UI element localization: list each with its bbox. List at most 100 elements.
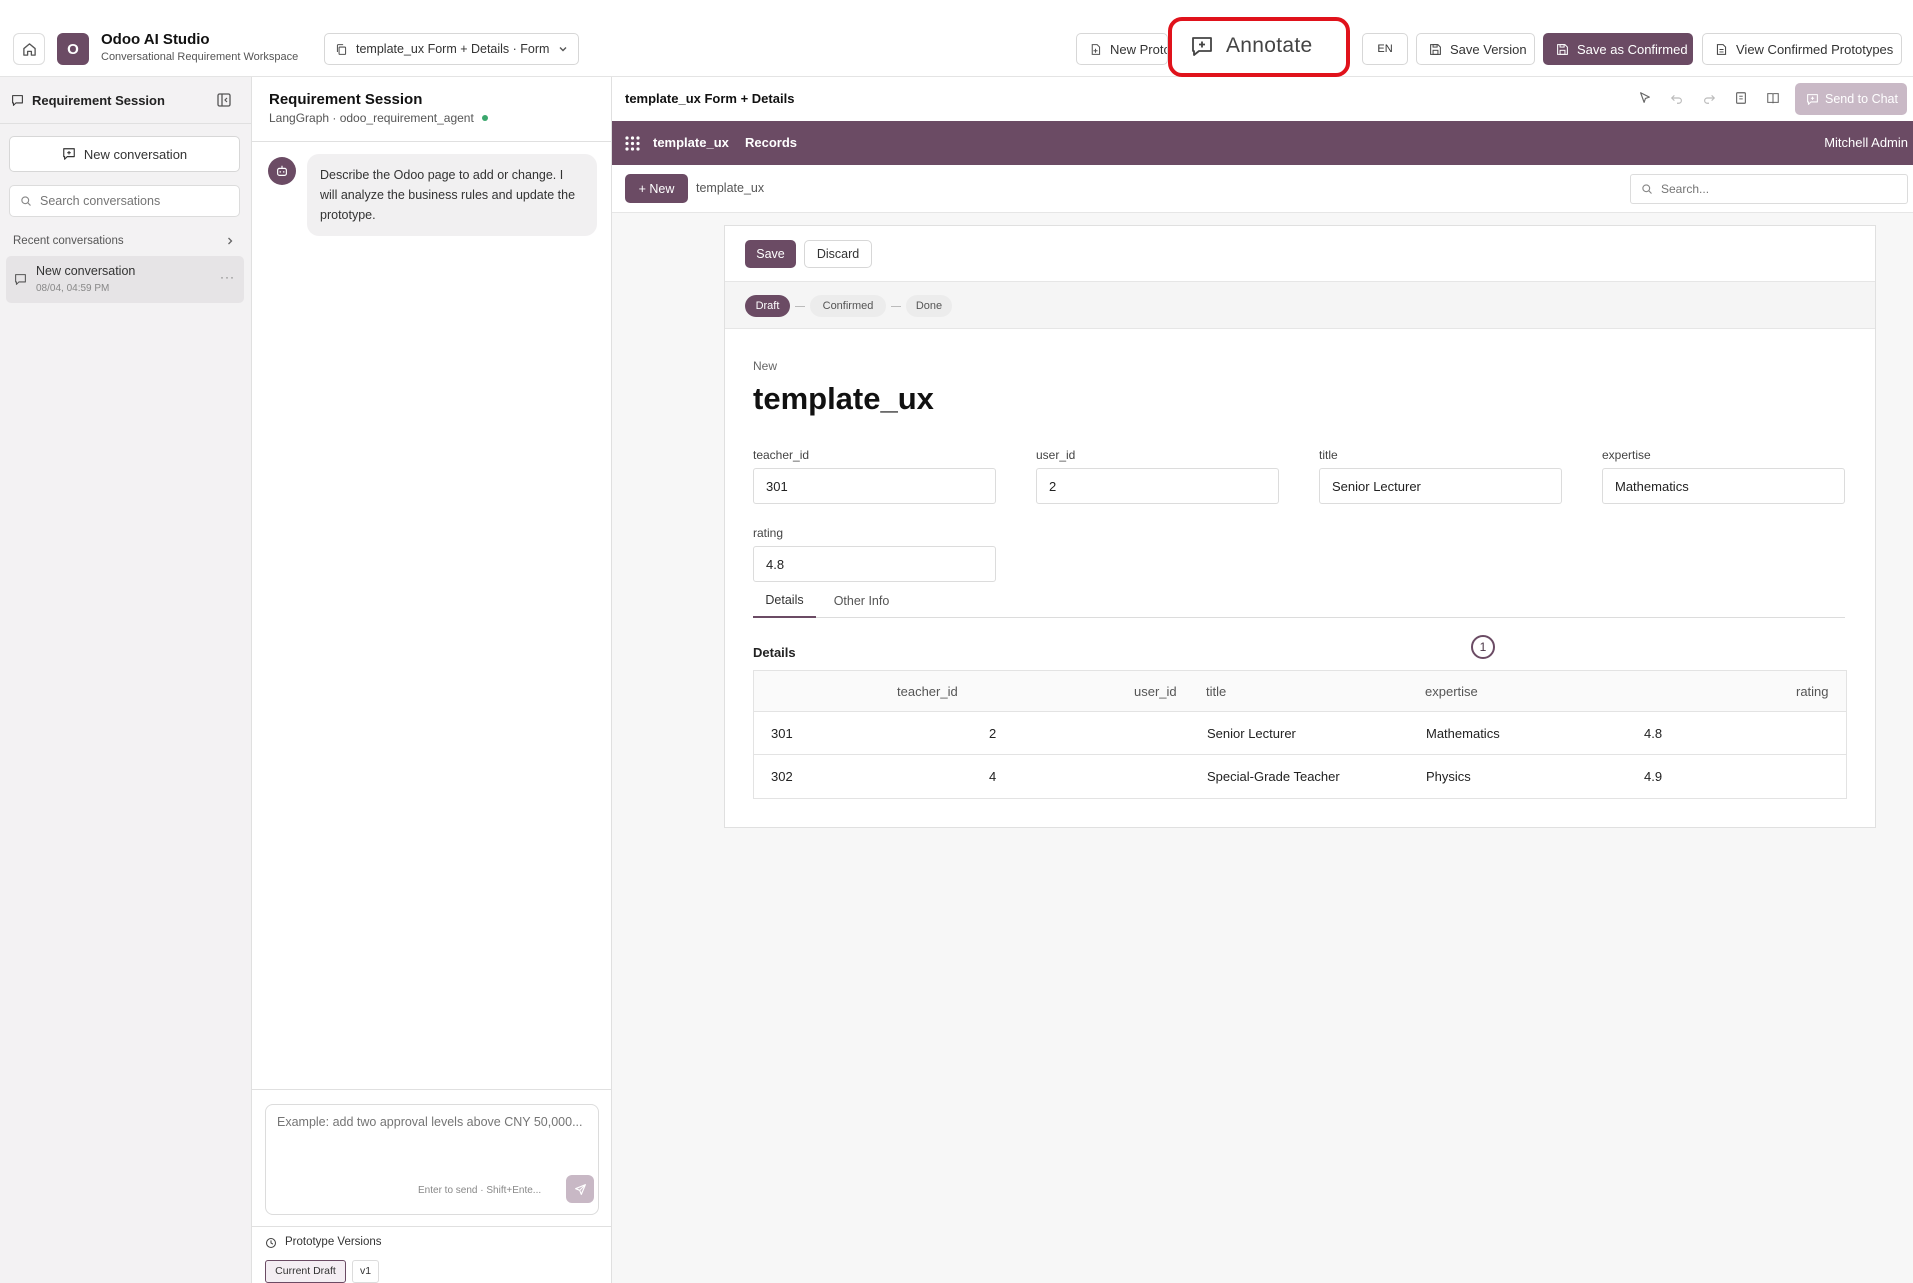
- notes-icon[interactable]: [1734, 91, 1748, 105]
- version-v1[interactable]: v1: [352, 1260, 379, 1283]
- user-id-input[interactable]: 2: [1036, 468, 1279, 504]
- new-conversation-button[interactable]: New conversation: [9, 136, 240, 172]
- send-to-chat-button[interactable]: Send to Chat: [1795, 83, 1907, 115]
- new-prototype-button[interactable]: New Proto: [1076, 33, 1168, 65]
- app-title: Odoo AI Studio: [101, 31, 210, 48]
- field-label-user-id: user_id: [1036, 448, 1076, 462]
- search-icon: [20, 195, 32, 207]
- tab-other-info[interactable]: Other Info: [824, 583, 899, 618]
- save-version-label: Save Version: [1450, 41, 1527, 57]
- home-button[interactable]: [13, 33, 45, 65]
- history-icon: [265, 1237, 277, 1249]
- new-prototype-label: New Proto: [1110, 41, 1168, 57]
- tab-details[interactable]: Details: [753, 583, 816, 618]
- more-options-icon[interactable]: ···: [220, 270, 235, 284]
- version-v1-label: v1: [359, 1265, 372, 1278]
- cell-user-id: 2: [989, 726, 997, 741]
- save-label: Save: [756, 247, 785, 261]
- composer-divider: [252, 1089, 612, 1090]
- teacher-id-input[interactable]: 301: [753, 468, 996, 504]
- view-confirmed-label: View Confirmed Prototypes: [1736, 41, 1894, 57]
- rating-input[interactable]: 4.8: [753, 546, 996, 582]
- table-row[interactable]: 301 2 Senior Lecturer Mathematics 4.8: [754, 712, 1846, 755]
- discard-button[interactable]: Discard: [804, 240, 872, 268]
- notebook-tabs: Details Other Info: [753, 583, 1845, 618]
- language-button[interactable]: EN: [1362, 33, 1408, 65]
- page-selector[interactable]: template_ux Form + Details · Form: [324, 33, 579, 65]
- column-header-teacher-id[interactable]: teacher_id: [897, 684, 958, 699]
- column-header-title[interactable]: title: [1206, 684, 1226, 699]
- save-confirmed-label: Save as Confirmed: [1577, 41, 1688, 57]
- status-done[interactable]: Done: [906, 295, 952, 317]
- chat-header-divider: [252, 141, 612, 142]
- search-input[interactable]: [1661, 182, 1901, 196]
- new-record-label: + New: [638, 181, 675, 196]
- chevron-down-icon: [558, 44, 568, 54]
- navbar-user[interactable]: Mitchell Admin: [1824, 135, 1908, 150]
- agent-message-text: Describe the Odoo page to add or change.…: [320, 168, 576, 222]
- tab-details-label: Details: [765, 592, 804, 607]
- save-icon: [1556, 43, 1569, 56]
- pointer-icon[interactable]: [1638, 91, 1652, 105]
- preview-title: template_ux Form + Details: [625, 91, 795, 106]
- cell-teacher-id: 302: [771, 769, 793, 784]
- chat-panel: Requirement Session LangGraph · odoo_req…: [252, 77, 612, 1283]
- redo-icon[interactable]: [1702, 91, 1716, 105]
- column-header-user-id[interactable]: user_id: [1134, 684, 1177, 699]
- versions-divider: [252, 1226, 612, 1227]
- column-header-rating[interactable]: rating: [1796, 684, 1829, 699]
- collapse-sidebar-icon[interactable]: [216, 92, 232, 108]
- search-conversations-input[interactable]: [40, 194, 230, 208]
- undo-icon[interactable]: [1670, 91, 1684, 105]
- apps-grid-icon[interactable]: [625, 136, 640, 151]
- record-state: New: [753, 359, 778, 373]
- message-input[interactable]: [277, 1115, 589, 1165]
- expertise-input[interactable]: Mathematics: [1602, 468, 1845, 504]
- conversation-title: New conversation: [36, 264, 136, 278]
- annotate-button[interactable]: Annotate: [1190, 28, 1330, 64]
- annotate-label: Annotate: [1226, 34, 1313, 57]
- bot-icon: [275, 164, 289, 178]
- search-field[interactable]: [1630, 174, 1908, 204]
- navbar-menu-records[interactable]: Records: [745, 135, 797, 150]
- save-version-button[interactable]: Save Version: [1416, 33, 1535, 65]
- view-confirmed-button[interactable]: View Confirmed Prototypes: [1702, 33, 1902, 65]
- save-confirmed-button[interactable]: Save as Confirmed: [1543, 33, 1693, 65]
- book-icon[interactable]: [1766, 91, 1780, 105]
- table-row[interactable]: 302 4 Special-Grade Teacher Physics 4.9: [754, 755, 1846, 798]
- send-hint: Enter to send · Shift+Ente...: [418, 1185, 542, 1196]
- navbar-app-name[interactable]: template_ux: [653, 135, 729, 150]
- save-button[interactable]: Save: [745, 240, 796, 268]
- new-record-button[interactable]: + New: [625, 174, 688, 203]
- status-confirmed[interactable]: Confirmed: [810, 295, 886, 317]
- page-selector-label: template_ux Form + Details · Form: [356, 42, 550, 56]
- title-input[interactable]: Senior Lecturer: [1319, 468, 1562, 504]
- field-label-title: title: [1319, 448, 1338, 462]
- send-button[interactable]: [566, 1175, 594, 1203]
- message-plus-icon: [1806, 93, 1819, 106]
- file-plus-icon: [1089, 43, 1102, 56]
- status-done-label: Done: [915, 300, 943, 312]
- search-icon: [1641, 183, 1653, 195]
- status-draft[interactable]: Draft: [745, 295, 790, 317]
- app-logo: O: [57, 33, 89, 65]
- document-icon: [1715, 43, 1728, 56]
- discard-label: Discard: [816, 247, 860, 261]
- chevron-right-icon[interactable]: [225, 236, 235, 246]
- language-label: EN: [1377, 43, 1393, 55]
- message-plus-icon: [1190, 34, 1214, 58]
- search-conversations-field[interactable]: [9, 185, 240, 217]
- column-header-expertise[interactable]: expertise: [1425, 684, 1478, 699]
- conversation-item[interactable]: New conversation 08/04, 04:59 PM ···: [6, 256, 244, 303]
- sidebar: Requirement Session New conversation Rec…: [0, 77, 252, 1283]
- cell-rating: 4.9: [1644, 769, 1663, 784]
- app-subtitle: Conversational Requirement Workspace: [101, 51, 299, 63]
- agent-avatar: [268, 157, 296, 185]
- breadcrumb: template_ux: [696, 181, 765, 195]
- version-current-draft[interactable]: Current Draft: [265, 1260, 346, 1283]
- annotation-marker[interactable]: 1: [1471, 635, 1495, 659]
- version-current-draft-label: Current Draft: [275, 1265, 336, 1278]
- odoo-navbar: template_ux Records Mitchell Admin: [612, 121, 1913, 165]
- table-header: teacher_id user_id title expertise ratin…: [754, 671, 1846, 712]
- message-composer[interactable]: Enter to send · Shift+Ente...: [265, 1104, 599, 1215]
